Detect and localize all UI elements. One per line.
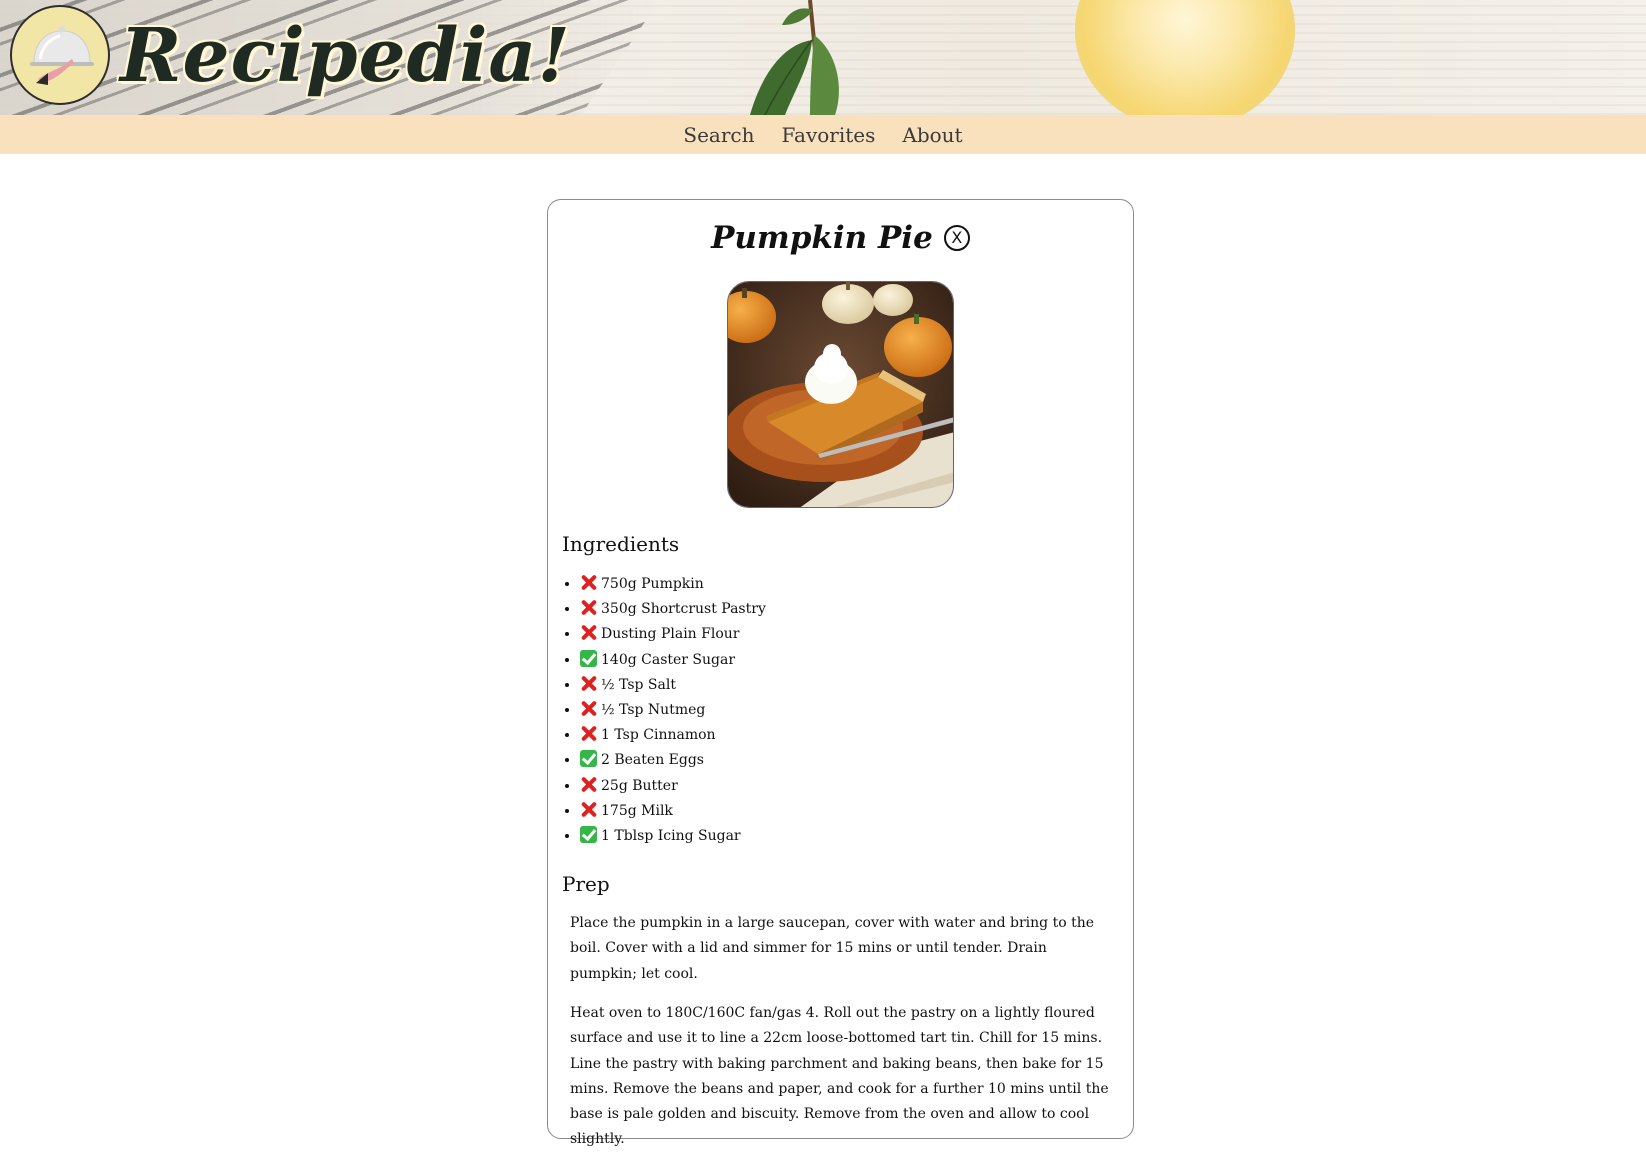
ingredient-text: 2 Beaten Eggs	[601, 752, 704, 769]
prep-step: Place the pumpkin in a large saucepan, c…	[570, 915, 1095, 982]
pumpkin-pie-photo	[728, 282, 953, 507]
recipe-title: Pumpkin Pie	[711, 220, 933, 256]
ingredient-item: 25g Butter	[580, 774, 1133, 799]
ingredient-text: 750g Pumpkin	[601, 576, 704, 592]
main-nav: Search Favorites About	[0, 115, 1646, 154]
cross-mark-icon	[580, 675, 597, 692]
ingredient-item: ½ Tsp Salt	[580, 673, 1133, 698]
ingredient-text: ½ Tsp Salt	[601, 676, 676, 693]
ingredient-item: 175g Milk	[580, 799, 1133, 824]
nav-link-favorites[interactable]: Favorites	[782, 123, 876, 147]
ingredient-text: 140g Caster Sugar	[601, 651, 736, 668]
ingredient-text: 1 Tsp Cinnamon	[601, 727, 716, 744]
ingredient-item: 1 Tblsp Icing Sugar	[580, 824, 1133, 849]
cross-mark-icon	[580, 776, 597, 793]
ingredient-text: 25g Butter	[601, 777, 678, 794]
close-icon: X	[951, 228, 963, 247]
ingredient-item: ½ Tsp Nutmeg	[580, 698, 1133, 723]
check-mark-icon	[580, 825, 597, 843]
cross-mark-icon	[580, 801, 597, 818]
ingredient-text: Dusting Plain Flour	[601, 626, 740, 643]
cross-mark-icon	[580, 700, 597, 717]
cross-mark-icon	[580, 574, 597, 591]
site-logo[interactable]	[10, 5, 110, 105]
site-title: Recipedia!	[120, 13, 571, 99]
ingredients-list: 750g Pumpkin 350g Shortcrust Pastry Dust…	[548, 572, 1133, 849]
cross-mark-icon	[580, 725, 597, 742]
cross-mark-icon	[580, 624, 597, 641]
prep-step: Heat oven to 180C/160C fan/gas 4. Roll o…	[570, 1004, 1109, 1148]
prep-heading: Prep	[562, 872, 610, 897]
header-banner: Recipedia!	[0, 0, 1646, 115]
ingredient-text: 350g Shortcrust Pastry	[601, 601, 766, 618]
recipe-card: Pumpkin Pie X Ingredients • 750g Pumpkin…	[547, 199, 1134, 1147]
banner-leaves-decoration	[750, 0, 839, 115]
ingredient-item: 1 Tsp Cinnamon	[580, 723, 1133, 748]
check-mark-icon	[580, 750, 597, 768]
ingredient-item: Dusting Plain Flour	[580, 622, 1133, 647]
ingredient-text: 175g Milk	[601, 802, 673, 819]
ingredients-heading: Ingredients	[562, 532, 680, 556]
check-mark-icon	[580, 649, 597, 667]
ingredient-text: 1 Tblsp Icing Sugar	[601, 827, 741, 844]
cross-mark-icon	[580, 599, 597, 616]
recipe-photo	[727, 281, 954, 508]
banner-lemon-decoration	[1075, 0, 1295, 115]
recipe-title-row: Pumpkin Pie X	[548, 220, 1133, 264]
ingredient-item: 140g Caster Sugar	[580, 648, 1133, 673]
ingredient-item: 350g Shortcrust Pastry	[580, 597, 1133, 622]
ingredient-item: 750g Pumpkin	[580, 572, 1133, 597]
nav-link-about[interactable]: About	[902, 123, 962, 147]
ingredient-item: 2 Beaten Eggs	[580, 748, 1133, 773]
cloche-icon	[30, 25, 94, 85]
nav-link-search[interactable]: Search	[683, 123, 754, 147]
ingredient-text: ½ Tsp Nutmeg	[601, 701, 706, 718]
close-recipe-button[interactable]: X	[943, 225, 970, 251]
